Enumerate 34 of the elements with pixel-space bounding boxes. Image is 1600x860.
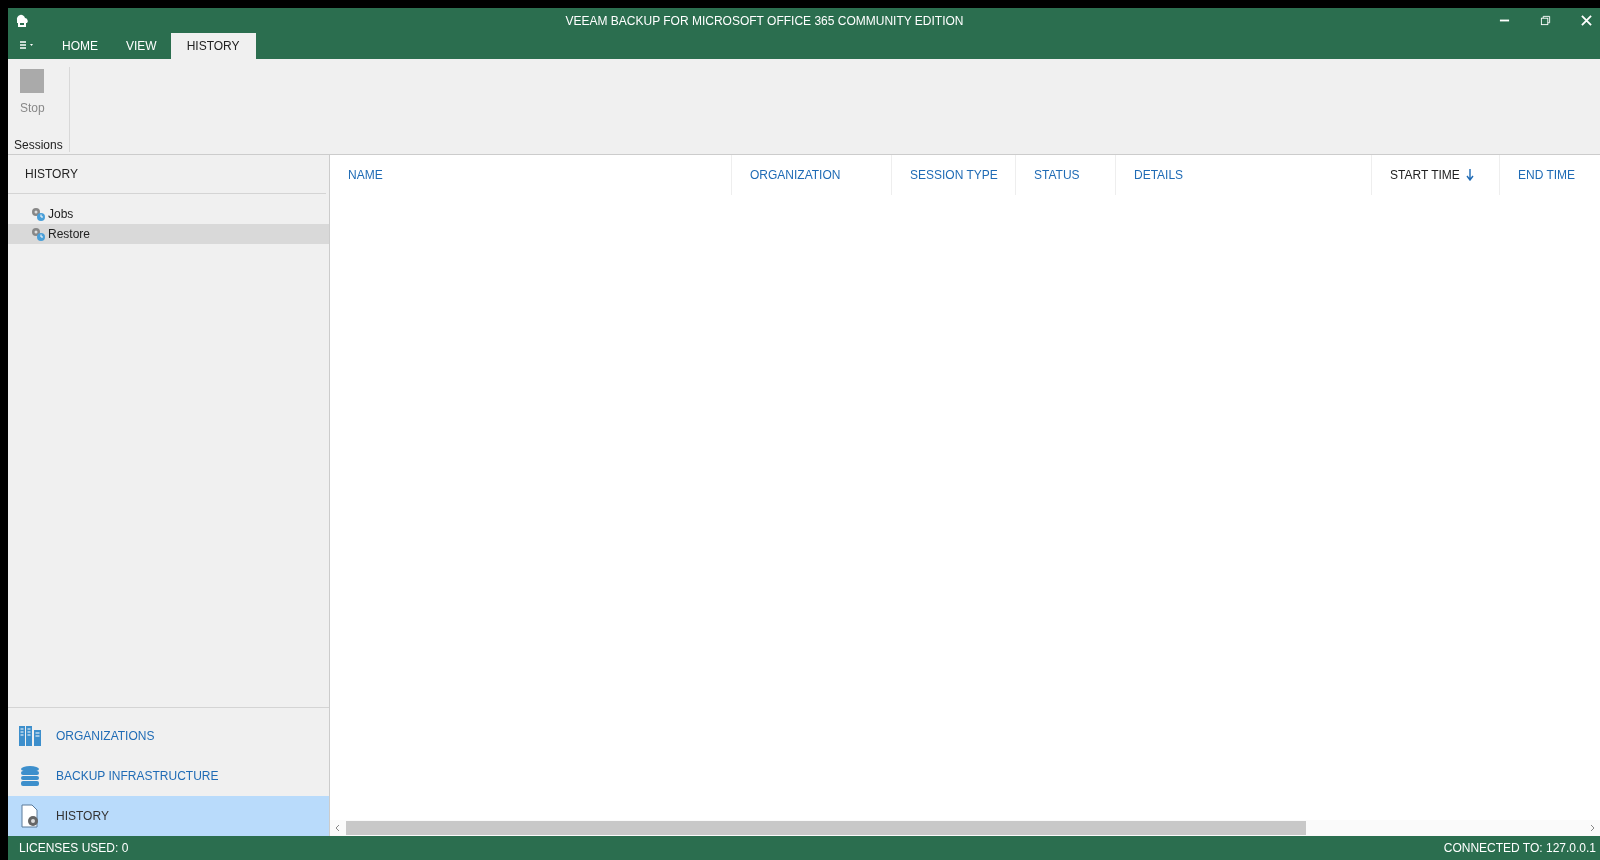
connection-status: CONNECTED TO: 127.0.0.1 <box>1443 841 1596 855</box>
column-header[interactable]: SESSION TYPE <box>891 155 1015 195</box>
scroll-left-icon[interactable] <box>334 824 342 832</box>
stop-icon <box>20 69 45 93</box>
tree-item[interactable]: Jobs <box>8 204 329 224</box>
sort-down-icon <box>1465 169 1474 181</box>
column-header[interactable]: ORGANIZATION <box>731 155 891 195</box>
nav-item[interactable]: ORGANIZATIONS <box>8 716 329 756</box>
nav-item[interactable]: BACKUP INFRASTRUCTURE <box>8 756 329 796</box>
nav-item[interactable]: HISTORY <box>8 796 329 836</box>
column-header[interactable]: DETAILS <box>1115 155 1371 195</box>
window-title: VEEAM BACKUP FOR MICROSOFT OFFICE 365 COMMUNITY EDITION <box>564 13 965 28</box>
gear-clock-icon <box>30 226 46 242</box>
ribbon-tab[interactable]: VIEW <box>112 33 171 59</box>
column-header[interactable]: START TIME <box>1371 155 1499 195</box>
gear-clock-icon <box>30 206 46 222</box>
ribbon-tab[interactable]: HISTORY <box>170 33 256 59</box>
horizontal-scrollbar[interactable] <box>330 820 1600 836</box>
scroll-right-icon[interactable] <box>1588 824 1596 832</box>
licenses-status: LICENSES USED: 0 <box>19 841 129 855</box>
scroll-thumb[interactable] <box>346 821 1306 835</box>
sidebar-title: HISTORY <box>8 155 326 194</box>
buildings-icon <box>18 724 42 748</box>
database-icon <box>18 764 42 788</box>
column-header[interactable]: END TIME <box>1499 155 1600 195</box>
app-logo-icon <box>14 12 30 29</box>
ribbon-tab[interactable]: HOME <box>48 33 112 59</box>
tree-item[interactable]: Restore <box>8 224 329 244</box>
restore-icon[interactable] <box>1540 15 1551 26</box>
close-icon[interactable] <box>1581 15 1592 26</box>
column-header[interactable]: NAME <box>330 155 731 195</box>
column-header[interactable]: STATUS <box>1015 155 1115 195</box>
ribbon-group-label: Sessions <box>14 138 63 152</box>
menu-icon[interactable] <box>18 40 36 50</box>
